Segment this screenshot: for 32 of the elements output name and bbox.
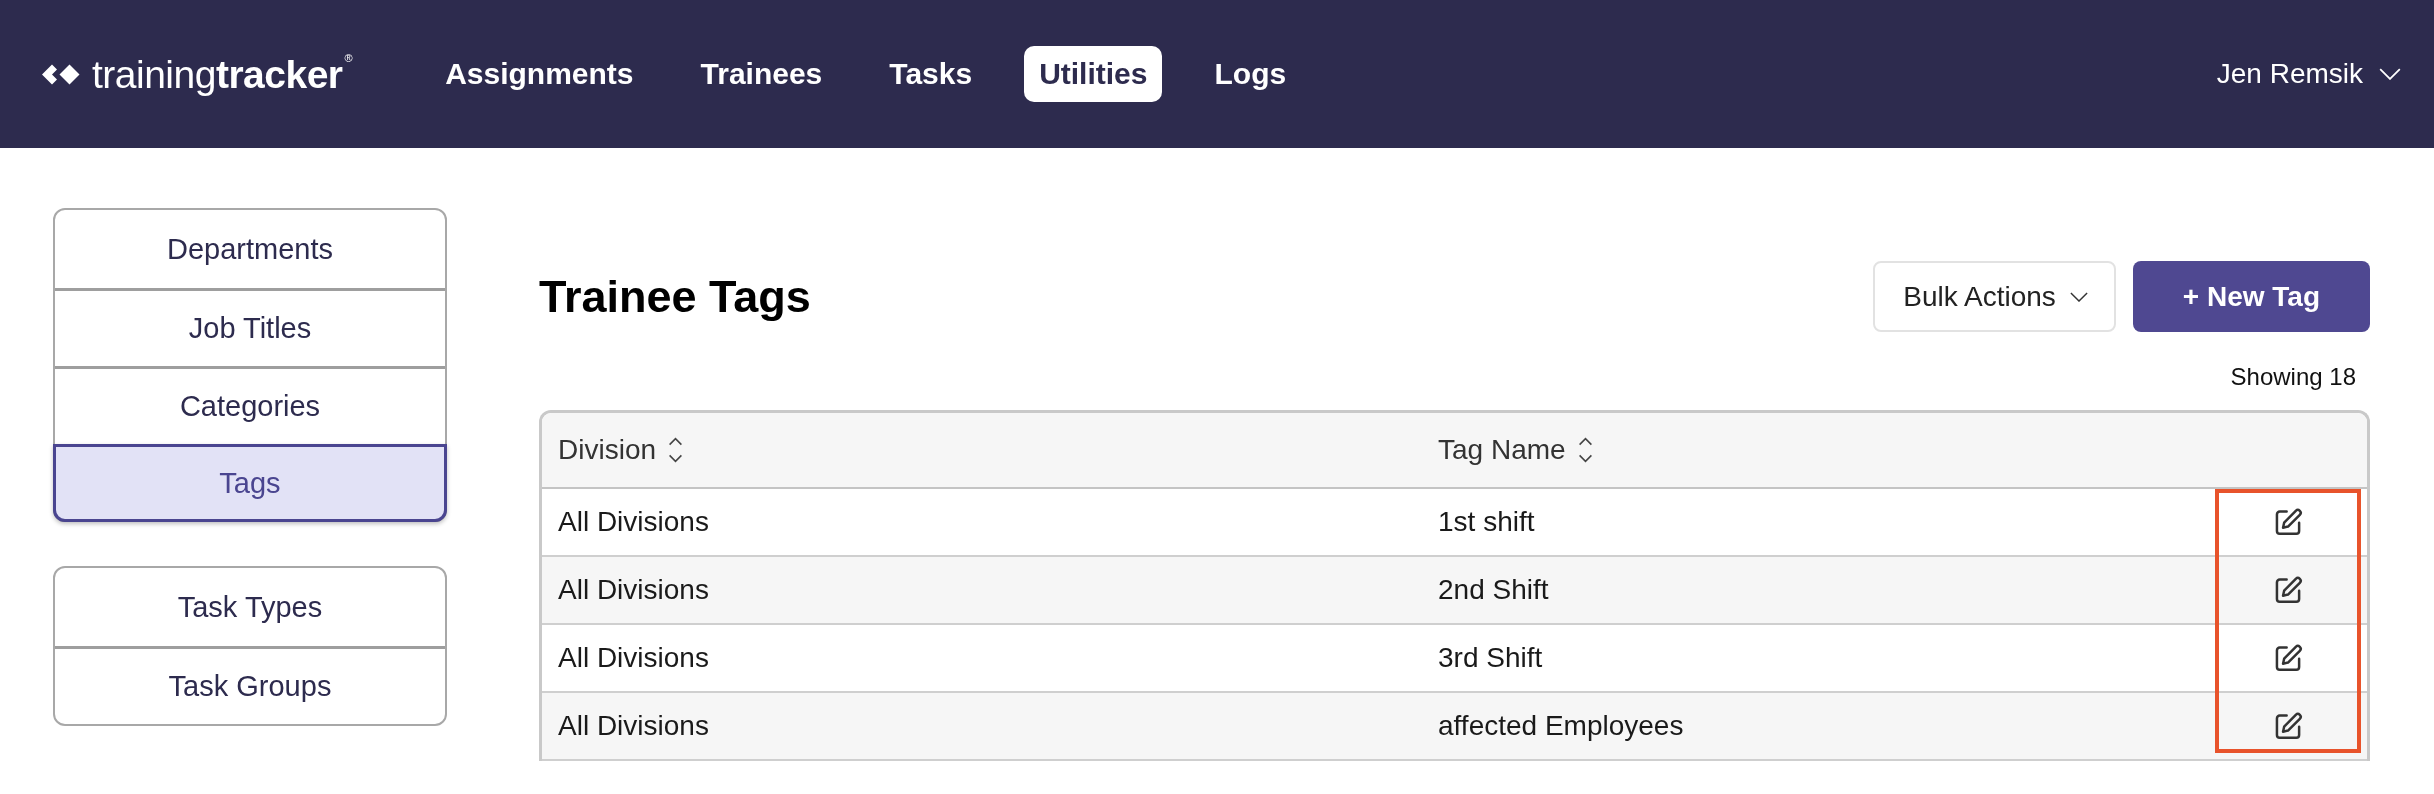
nav-tab[interactable]: Logs — [1199, 46, 1302, 102]
primary-button[interactable]: + New Tag — [2132, 261, 2370, 332]
dropdown-button[interactable]: Bulk Actions — [1873, 261, 2116, 332]
nav-tab[interactable]: Utilities — [1024, 46, 1163, 102]
sidebar-item[interactable]: Job Titles — [55, 288, 445, 366]
edit-icon[interactable] — [2275, 712, 2303, 740]
chevron-down-icon — [2069, 291, 2088, 302]
column-header[interactable]: Tag Name — [1422, 413, 1593, 487]
column-header[interactable]: Division — [542, 413, 684, 487]
table-cell-text: 3rd Shift — [1437, 642, 1544, 674]
edit-icon[interactable] — [2275, 576, 2303, 604]
table-cell-text: All Divisions — [557, 642, 710, 674]
nav-tab[interactable]: Trainees — [685, 46, 838, 102]
page-title: Trainee Tags — [539, 270, 811, 323]
sidebar-item[interactable]: Departments — [55, 210, 445, 288]
table-cell-text: All Divisions — [557, 506, 710, 538]
table-cell-text: All Divisions — [557, 710, 710, 742]
nav-tab[interactable]: Assignments — [430, 46, 649, 102]
chevron-down-icon — [2379, 68, 2401, 80]
edit-icon[interactable] — [2275, 644, 2303, 672]
sidebar-item[interactable]: Tags — [53, 444, 447, 522]
result-count: Showing 18 — [2230, 362, 2356, 392]
table-cell-text: 2nd Shift — [1437, 574, 1550, 606]
logo-wordmark: trainingtracker$^{®}$ — [92, 54, 353, 94]
sidebar-item[interactable]: Task Groups — [55, 646, 445, 724]
edit-icon[interactable] — [2275, 508, 2303, 536]
table-cell-text: affected Employees — [1437, 710, 1685, 742]
user-menu-button[interactable]: Jen Remsik — [2216, 58, 2401, 90]
table-cell-text: 1st shift — [1437, 506, 1536, 538]
nav-tab[interactable]: Tasks — [874, 46, 988, 102]
table-cell-text: All Divisions — [557, 574, 710, 606]
sidebar-item[interactable]: Task Types — [55, 568, 445, 646]
